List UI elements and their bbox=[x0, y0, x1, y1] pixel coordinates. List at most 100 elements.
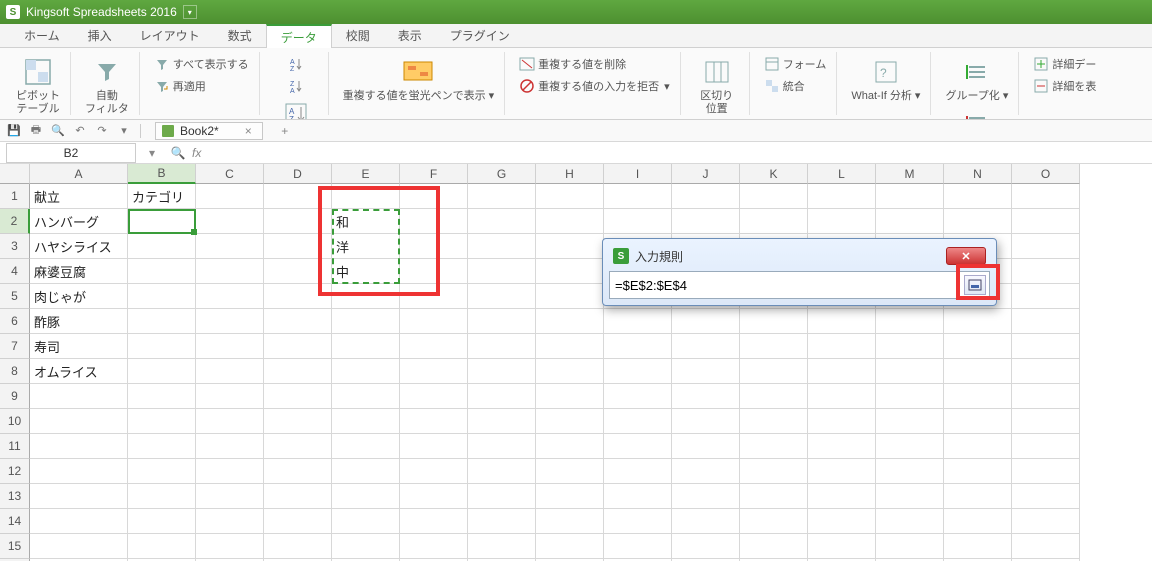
cell[interactable] bbox=[264, 234, 332, 259]
new-tab-button[interactable]: + bbox=[277, 123, 293, 139]
cell[interactable] bbox=[536, 184, 604, 209]
row-header-1[interactable]: 1 bbox=[0, 184, 30, 209]
qat-preview-icon[interactable]: 🔍 bbox=[50, 123, 66, 139]
cell[interactable] bbox=[808, 334, 876, 359]
cell[interactable]: 麻婆豆腐 bbox=[30, 259, 128, 284]
cell[interactable] bbox=[400, 509, 468, 534]
cell[interactable] bbox=[672, 409, 740, 434]
col-header-F[interactable]: F bbox=[400, 164, 468, 184]
cell[interactable] bbox=[468, 484, 536, 509]
highlight-duplicates-button[interactable]: 重複する値を蛍光ペンで表示 ▾ bbox=[339, 54, 499, 105]
autofilter-button[interactable]: 自動 フィルタ bbox=[81, 54, 133, 118]
cell[interactable]: カテゴリ bbox=[128, 184, 196, 209]
col-header-A[interactable]: A bbox=[30, 164, 128, 184]
cell[interactable] bbox=[740, 209, 808, 234]
cell[interactable] bbox=[740, 359, 808, 384]
cell[interactable] bbox=[468, 384, 536, 409]
cell[interactable] bbox=[808, 459, 876, 484]
cell[interactable] bbox=[128, 384, 196, 409]
cell[interactable] bbox=[400, 459, 468, 484]
cell[interactable] bbox=[264, 209, 332, 234]
cell[interactable] bbox=[264, 334, 332, 359]
hide-detail-button[interactable]: 詳細を表 bbox=[1029, 76, 1100, 96]
cell[interactable] bbox=[332, 309, 400, 334]
cell[interactable] bbox=[468, 359, 536, 384]
cell[interactable] bbox=[196, 184, 264, 209]
cell[interactable] bbox=[808, 384, 876, 409]
cell[interactable] bbox=[30, 484, 128, 509]
cell[interactable] bbox=[604, 209, 672, 234]
cell[interactable] bbox=[876, 484, 944, 509]
cell[interactable] bbox=[740, 184, 808, 209]
cell[interactable] bbox=[1012, 234, 1080, 259]
sort-button[interactable]: AZ 並べ替え bbox=[270, 96, 322, 120]
cell[interactable] bbox=[264, 409, 332, 434]
cell[interactable] bbox=[604, 309, 672, 334]
cell[interactable] bbox=[808, 484, 876, 509]
cell[interactable] bbox=[332, 484, 400, 509]
cell[interactable] bbox=[808, 309, 876, 334]
cell[interactable] bbox=[128, 534, 196, 559]
row-header-14[interactable]: 14 bbox=[0, 509, 30, 534]
cell[interactable] bbox=[876, 409, 944, 434]
cell[interactable] bbox=[876, 534, 944, 559]
text-to-columns-button[interactable]: 区切り 位置 bbox=[696, 54, 737, 118]
cell[interactable]: 和 bbox=[332, 209, 400, 234]
cell[interactable] bbox=[536, 309, 604, 334]
cell[interactable] bbox=[400, 359, 468, 384]
cell[interactable] bbox=[876, 509, 944, 534]
cell[interactable] bbox=[468, 234, 536, 259]
row-header-11[interactable]: 11 bbox=[0, 434, 30, 459]
cell[interactable] bbox=[196, 459, 264, 484]
cell[interactable] bbox=[876, 384, 944, 409]
cell[interactable] bbox=[196, 334, 264, 359]
cell[interactable] bbox=[264, 484, 332, 509]
cell[interactable] bbox=[264, 259, 332, 284]
cell[interactable] bbox=[536, 334, 604, 359]
cell[interactable] bbox=[468, 409, 536, 434]
col-header-J[interactable]: J bbox=[672, 164, 740, 184]
cell[interactable] bbox=[672, 309, 740, 334]
cell[interactable] bbox=[196, 309, 264, 334]
cell[interactable] bbox=[468, 509, 536, 534]
cell[interactable] bbox=[604, 459, 672, 484]
cell[interactable] bbox=[332, 359, 400, 384]
cell[interactable]: ハンバーグ bbox=[30, 209, 128, 234]
cell[interactable] bbox=[128, 359, 196, 384]
tab-formula[interactable]: 数式 bbox=[214, 24, 266, 47]
cell[interactable] bbox=[876, 184, 944, 209]
row-header-12[interactable]: 12 bbox=[0, 459, 30, 484]
cell[interactable] bbox=[740, 434, 808, 459]
cell[interactable] bbox=[672, 334, 740, 359]
cell[interactable] bbox=[536, 284, 604, 309]
cell[interactable] bbox=[196, 284, 264, 309]
cell[interactable] bbox=[468, 434, 536, 459]
dialog-close-button[interactable]: ✕ bbox=[946, 247, 986, 265]
collapse-dialog-button[interactable] bbox=[964, 275, 986, 295]
col-header-E[interactable]: E bbox=[332, 164, 400, 184]
cell[interactable] bbox=[944, 359, 1012, 384]
col-header-N[interactable]: N bbox=[944, 164, 1012, 184]
cell[interactable] bbox=[536, 384, 604, 409]
row-header-7[interactable]: 7 bbox=[0, 334, 30, 359]
col-header-D[interactable]: D bbox=[264, 164, 332, 184]
cell[interactable] bbox=[400, 384, 468, 409]
cell[interactable] bbox=[1012, 484, 1080, 509]
cell[interactable] bbox=[944, 184, 1012, 209]
reapply-button[interactable]: 再適用 bbox=[150, 76, 253, 96]
select-all-corner[interactable] bbox=[0, 164, 30, 184]
cell[interactable] bbox=[536, 459, 604, 484]
cell[interactable] bbox=[128, 434, 196, 459]
cell[interactable] bbox=[30, 459, 128, 484]
tab-insert[interactable]: 挿入 bbox=[74, 24, 126, 47]
cell[interactable] bbox=[944, 209, 1012, 234]
cell[interactable] bbox=[400, 184, 468, 209]
cell[interactable] bbox=[128, 409, 196, 434]
cell[interactable] bbox=[30, 509, 128, 534]
cell[interactable] bbox=[332, 459, 400, 484]
cell[interactable] bbox=[400, 434, 468, 459]
title-dropdown-icon[interactable]: ▾ bbox=[183, 5, 197, 19]
cell[interactable] bbox=[196, 484, 264, 509]
cell[interactable] bbox=[1012, 534, 1080, 559]
cell[interactable] bbox=[332, 184, 400, 209]
